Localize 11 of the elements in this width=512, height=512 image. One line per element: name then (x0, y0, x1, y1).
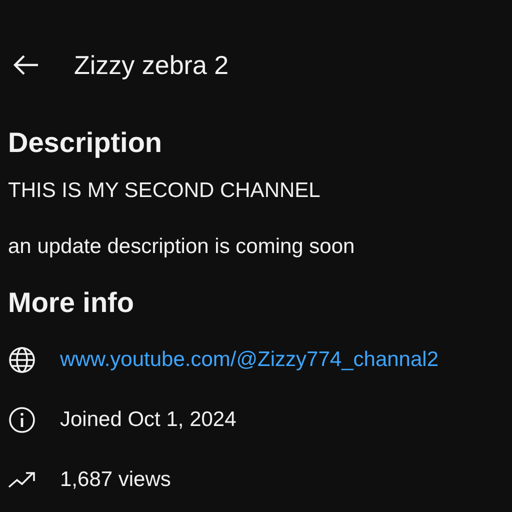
globe-icon (8, 346, 36, 374)
description-text: THIS IS MY SECOND CHANNEL (8, 178, 322, 204)
channel-title: Zizzy zebra 2 (74, 48, 229, 82)
joined-date: Joined Oct 1, 2024 (60, 407, 236, 434)
description-text: an update description is coming soon (8, 234, 356, 260)
trending-icon (8, 471, 36, 489)
info-icon (8, 406, 36, 434)
channel-link[interactable]: www.youtube.com/@Zizzy774_channal2 (60, 344, 439, 376)
view-count: 1,687 views (60, 467, 171, 494)
section-heading: Description (8, 126, 164, 160)
section-heading: More info (8, 286, 135, 320)
